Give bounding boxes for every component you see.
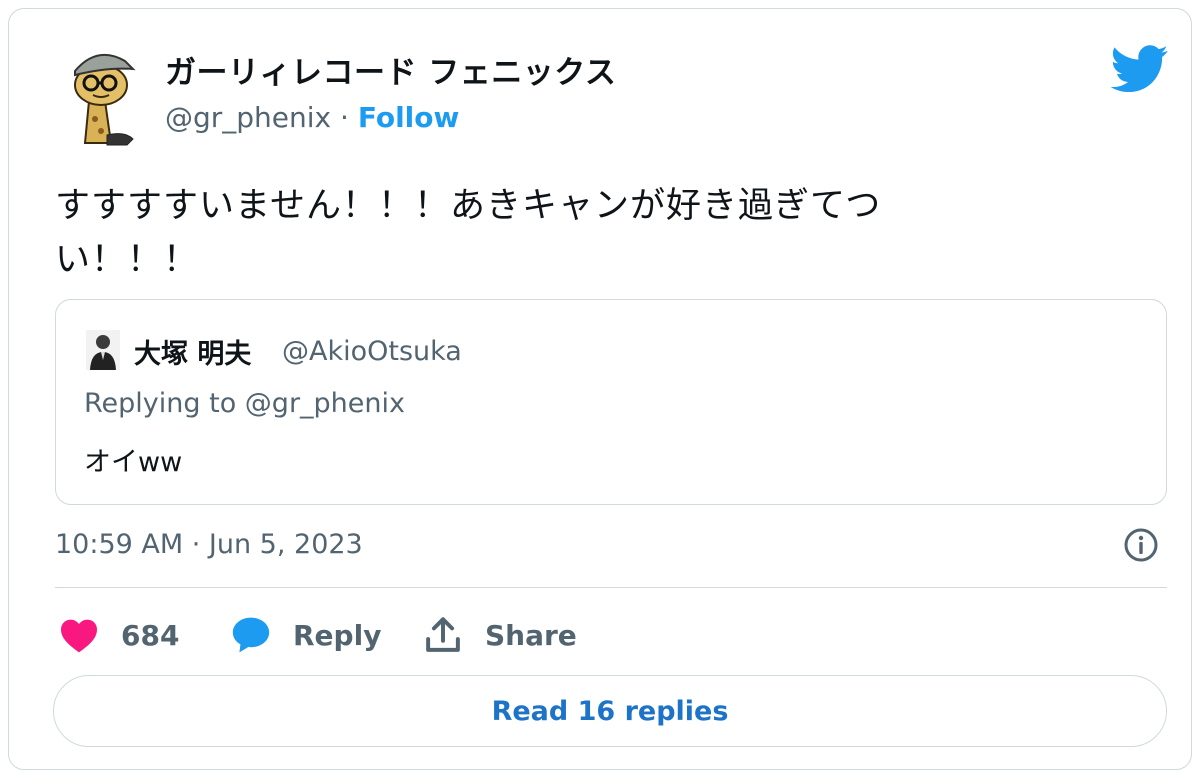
quoted-author-avatar[interactable] [86,330,120,370]
tweet-embed-card: ガーリィレコード フェニックス @gr_phenix · Follow すすすす… [8,8,1192,770]
quoted-replying-to: Replying to @gr_phenix [84,388,405,419]
quoted-author-name[interactable]: 大塚 明夫 [134,332,251,371]
follow-link[interactable]: Follow [358,101,460,134]
share-arrow-icon [426,617,460,652]
read-replies-button[interactable]: Read 16 replies [53,675,1167,747]
reply-button[interactable]: Reply [231,613,381,657]
tweet-text-line: すすすすいません！！！あきキャンが好き過ぎてつ [55,186,882,226]
speech-bubble-icon [232,617,270,653]
tweet-text-line: い！！！ [55,240,200,280]
author-handle[interactable]: @gr_phenix [165,101,331,134]
quoted-author-handle[interactable]: @AkioOtsuka [282,336,462,367]
tweet-timestamp[interactable]: 10:59 AM · Jun 5, 2023 [55,529,363,560]
author-avatar[interactable] [67,39,143,149]
quoted-tweet[interactable]: 大塚 明夫 @AkioOtsuka Replying to @gr_phenix… [55,299,1167,505]
person-photo-avatar-icon [86,330,120,370]
share-button[interactable]: Share [423,613,577,657]
like-count: 684 [121,618,180,652]
heart-icon [61,619,97,653]
share-label: Share [485,618,577,652]
info-icon[interactable] [1123,527,1159,563]
reply-label: Reply [293,618,382,652]
author-handle-row: @gr_phenix · Follow [165,101,459,134]
author-display-name[interactable]: ガーリィレコード フェニックス [165,47,616,92]
quoted-tweet-text: オイww [84,447,183,478]
twitter-bird-icon[interactable] [1110,45,1169,93]
like-button[interactable]: 684 [59,613,179,657]
read-replies-label: Read 16 replies [491,695,729,727]
giraffe-avatar-icon [74,53,136,146]
handle-separator: · [331,101,358,134]
tweet-text: すすすすいません！！！あきキャンが好き過ぎてつ い！！！ [55,179,1095,287]
divider [55,587,1167,588]
